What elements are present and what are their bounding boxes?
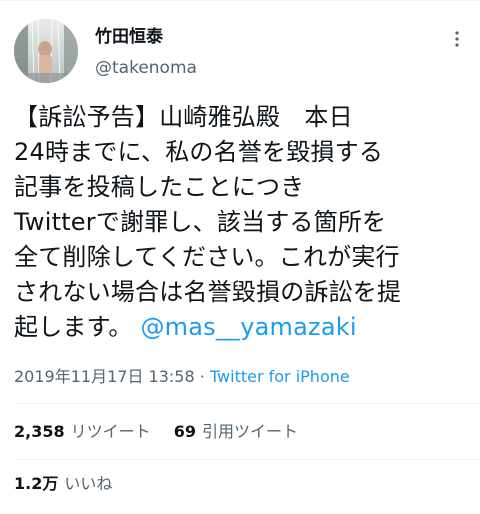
engagement-row: 2,358 リツイート 69 引用ツイート (14, 421, 316, 443)
likes-label: いいね (64, 474, 113, 493)
more-options-button[interactable] (440, 22, 474, 56)
tweet-text: 【訴訟予告】山崎雅弘殿 本日 24時までに、私の名誉を毀損する 記事を投稿したこ… (14, 100, 474, 345)
avatar[interactable] (14, 19, 78, 83)
more-vertical-icon (455, 31, 459, 47)
quote-tweets-label: 引用ツイート (201, 422, 298, 441)
mention-link[interactable]: @mas__yamazaki (140, 313, 356, 341)
likes-stat[interactable]: 1.2万 いいね (14, 473, 112, 495)
likes-row: 1.2万 いいね (14, 473, 130, 495)
author-handle[interactable]: @takenoma (95, 56, 197, 80)
meta-separator: · (194, 367, 210, 386)
avatar-image (14, 19, 78, 83)
retweets-label: リツイート (70, 422, 151, 441)
quote-tweets-count: 69 (173, 422, 196, 441)
tweet-meta: 2019年11月17日 13:58 · Twitter for iPhone (14, 366, 350, 388)
timestamp-link[interactable]: 2019年11月17日 13:58 (14, 367, 195, 386)
tweet-detail: 竹田恒泰 @takenoma 【訴訟予告】山崎雅弘殿 本日 24時までに、私の名… (0, 0, 480, 514)
source-link[interactable]: Twitter for iPhone (210, 367, 350, 386)
divider (14, 403, 480, 404)
quote-tweets-stat[interactable]: 69 引用ツイート (174, 421, 298, 443)
likes-count: 1.2万 (14, 474, 59, 493)
divider (14, 459, 480, 460)
tweet-body: 【訴訟予告】山崎雅弘殿 本日 24時までに、私の名誉を毀損する 記事を投稿したこ… (14, 103, 402, 341)
author-display-name[interactable]: 竹田恒泰 (95, 25, 163, 49)
top-divider (0, 0, 480, 1)
retweets-count: 2,358 (14, 422, 65, 441)
retweets-stat[interactable]: 2,358 リツイート (14, 421, 151, 443)
